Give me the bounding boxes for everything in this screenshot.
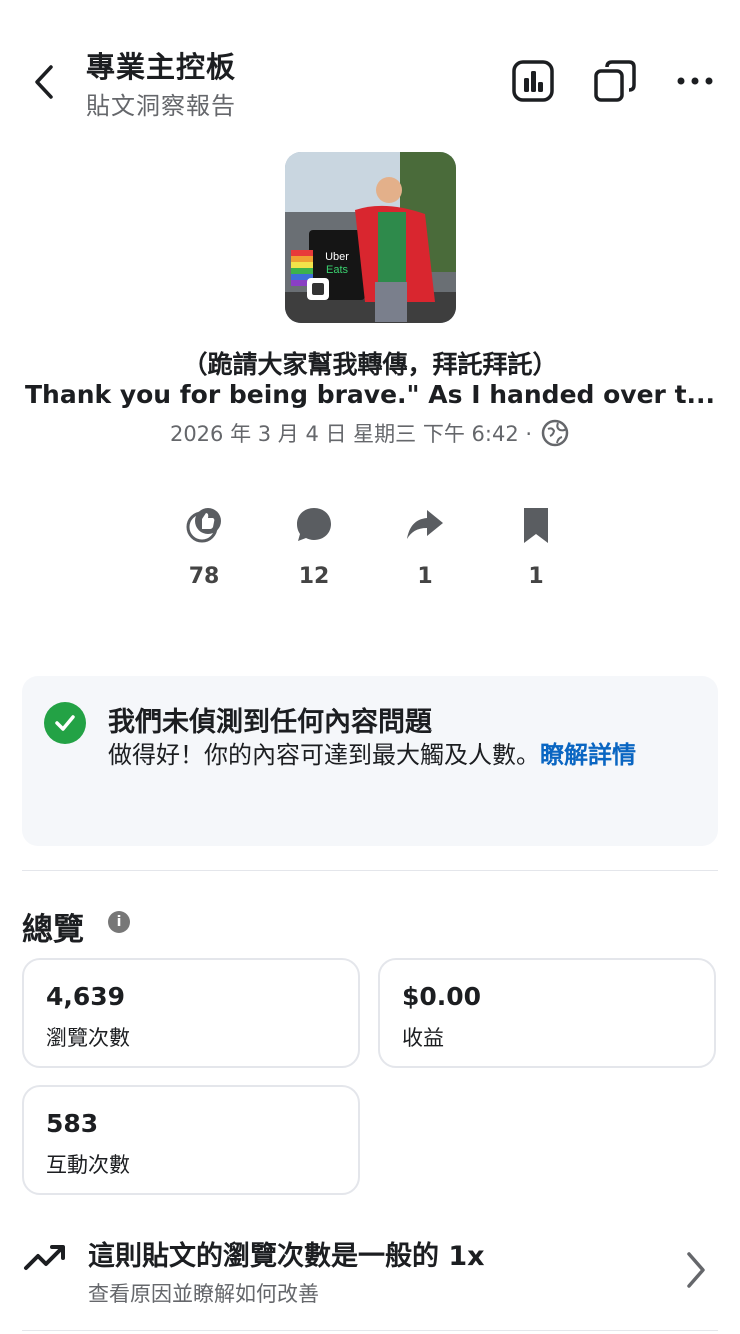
post-text-line1: （跪請大家幫我轉傳，拜託拜託） <box>182 350 558 379</box>
svg-text:Eats: Eats <box>326 264 349 276</box>
info-icon[interactable]: i <box>108 911 130 933</box>
notice-body: 做得好！你的內容可達到最大觸及人數。瞭解詳情 <box>108 738 688 772</box>
chevron-right-icon <box>684 1250 708 1294</box>
insights-icon <box>512 60 554 102</box>
post-thumbnail[interactable]: Uber Eats <box>285 152 456 323</box>
more-icon <box>677 77 713 85</box>
page-subtitle: 貼文洞察報告 <box>86 92 236 120</box>
back-arrow-icon <box>35 65 53 99</box>
top-bar: 專業主控板 貼文洞察報告 <box>0 0 740 140</box>
saves-stat[interactable]: 1 <box>496 500 576 589</box>
comments-count: 12 <box>298 564 330 589</box>
overview-title: 總覽 <box>22 912 84 948</box>
views-value: 4,639 <box>46 982 126 1011</box>
earnings-label: 收益 <box>402 1026 444 1050</box>
bookmark-icon <box>524 508 548 543</box>
comments-stat[interactable]: 12 <box>274 500 354 589</box>
views-card[interactable]: 4,639 瀏覽次數 <box>22 958 360 1068</box>
notice-title: 我們未偵測到任何內容問題 <box>108 707 432 738</box>
divider <box>22 1330 718 1331</box>
page-title: 專業主控板 <box>86 50 237 84</box>
views-label: 瀏覽次數 <box>46 1026 130 1050</box>
insights-button[interactable] <box>510 58 556 104</box>
divider <box>22 870 718 871</box>
post-meta: 2026 年 3 月 4 日 星期三 下午 6:42 · <box>0 418 740 448</box>
post-photo: Uber Eats <box>285 152 456 323</box>
engagement-stats: 78 12 1 1 <box>0 500 740 600</box>
reactions-count: 78 <box>188 564 220 589</box>
notice-text: 做得好！你的內容可達到最大觸及人數。 <box>108 741 540 769</box>
interactions-label: 互動次數 <box>46 1153 130 1177</box>
interactions-card[interactable]: 583 互動次數 <box>22 1085 360 1195</box>
trend-title: 這則貼文的瀏覽次數是一般的 1x <box>88 1241 485 1272</box>
comment-icon <box>297 508 331 541</box>
trend-subtitle: 查看原因並瞭解如何改善 <box>88 1282 319 1306</box>
earnings-card[interactable]: $0.00 收益 <box>378 958 716 1068</box>
reactions-stat[interactable]: 78 <box>164 500 244 589</box>
check-icon <box>44 702 86 744</box>
shares-count: 1 <box>417 564 433 589</box>
more-button[interactable] <box>672 58 718 104</box>
post-date: 2026 年 3 月 4 日 星期三 下午 6:42 · <box>169 422 533 446</box>
svg-text:Uber: Uber <box>325 251 349 263</box>
views-trend-row[interactable]: 這則貼文的瀏覽次數是一般的 1x 查看原因並瞭解如何改善 <box>0 1220 740 1320</box>
like-icon <box>186 508 221 543</box>
shares-stat[interactable]: 1 <box>385 500 465 589</box>
copy-icon <box>594 60 636 102</box>
interactions-value: 583 <box>46 1109 99 1138</box>
trend-up-icon <box>22 1238 68 1282</box>
content-status-notice: 我們未偵測到任何內容問題 做得好！你的內容可達到最大觸及人數。瞭解詳情 <box>22 676 718 846</box>
post-text-line2: Thank you for being brave." As I handed … <box>24 380 716 409</box>
earnings-value: $0.00 <box>402 982 482 1011</box>
learn-more-link[interactable]: 瞭解詳情 <box>540 741 636 769</box>
share-icon <box>407 510 443 539</box>
back-button[interactable] <box>24 58 64 106</box>
saves-count: 1 <box>528 564 544 589</box>
copy-button[interactable] <box>592 58 638 104</box>
globe-icon <box>540 418 570 448</box>
